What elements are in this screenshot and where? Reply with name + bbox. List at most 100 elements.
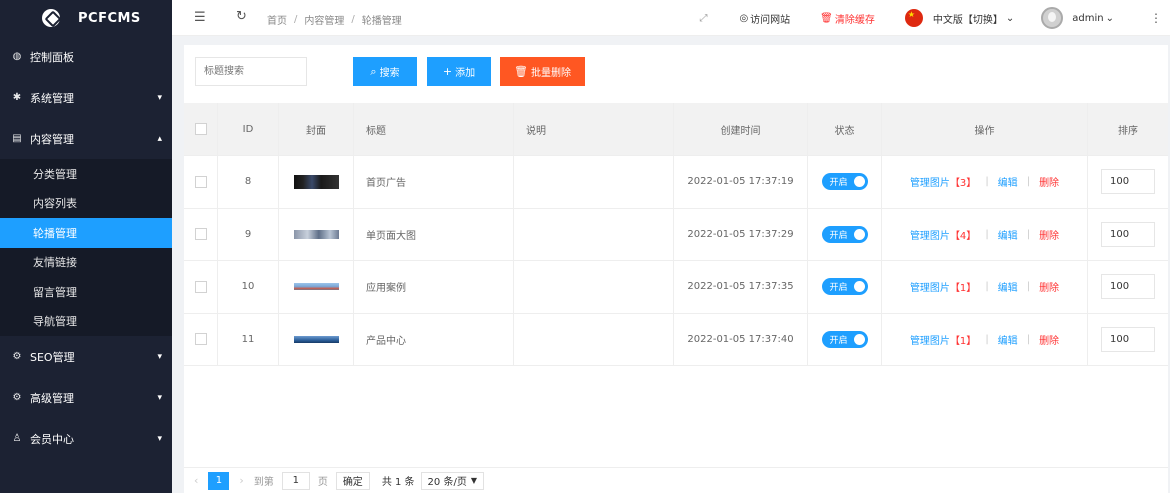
- manage-images-link[interactable]: 管理图片: [910, 174, 950, 189]
- status-label: 开启: [829, 178, 848, 189]
- manage-images-link[interactable]: 管理图片: [910, 227, 950, 242]
- divider: |: [985, 333, 989, 345]
- top-header: ☰ ↻ 首页 / 内容管理 / 轮播管理 ⤢ ◎ 访问网站 🗑︎ 清除缓存 中文…: [172, 0, 1170, 36]
- cover-thumbnail[interactable]: [293, 174, 339, 189]
- breadcrumb-content[interactable]: 内容管理: [304, 12, 344, 27]
- submenu-item-messages[interactable]: 留言管理: [0, 277, 172, 307]
- next-page-icon[interactable]: ›: [239, 474, 243, 487]
- switch-knob: [853, 228, 865, 240]
- title-search-input[interactable]: [195, 57, 307, 86]
- divider: |: [1026, 333, 1031, 345]
- manage-images-link[interactable]: 管理图片: [910, 332, 950, 347]
- brand-logo[interactable]: PCFCMS: [0, 0, 172, 36]
- main-card: ⌕ 搜索 + 添加 🗑︎ 批量删除 ID 封面 标题 说明 创建时间 状态 操作…: [184, 45, 1168, 493]
- divider: |: [985, 281, 989, 293]
- row-desc: [514, 208, 674, 260]
- col-title: 标题: [354, 103, 514, 155]
- row-desc: [514, 156, 674, 208]
- row-checkbox[interactable]: [194, 175, 207, 188]
- submenu-item-carousel[interactable]: 轮播管理: [0, 218, 172, 248]
- sidebar-item-seo[interactable]: ⚙ SEO管理 ▾: [0, 336, 172, 377]
- row-checkbox[interactable]: [194, 333, 207, 346]
- total-count: 共 1 条: [381, 477, 415, 488]
- edit-link[interactable]: 编辑: [998, 332, 1018, 347]
- fullscreen-icon[interactable]: ⤢: [699, 13, 707, 24]
- col-ops: 操作: [882, 103, 1088, 155]
- row-time: 2022-01-05 17:37:35: [674, 261, 808, 313]
- row-checkbox-cell: [184, 261, 218, 313]
- sidebar-item-content[interactable]: ▤ 内容管理 ▴: [0, 118, 172, 159]
- cover-thumbnail[interactable]: [293, 335, 339, 343]
- status-switch[interactable]: 开启: [821, 330, 868, 348]
- edit-link[interactable]: 编辑: [998, 279, 1018, 294]
- goto-confirm-button[interactable]: 确定: [335, 471, 370, 490]
- delete-link[interactable]: 删除: [1039, 227, 1059, 242]
- sidebar-item-dashboard[interactable]: ◍ 控制面板: [0, 36, 172, 77]
- refresh-icon[interactable]: ↻: [236, 9, 247, 24]
- avatar[interactable]: [1041, 7, 1064, 29]
- batch-delete-button[interactable]: 🗑︎ 批量删除: [500, 57, 585, 86]
- submenu-item-category[interactable]: 分类管理: [0, 159, 172, 189]
- sort-input[interactable]: 100: [1101, 221, 1155, 247]
- row-status: 开启: [808, 208, 882, 260]
- sort-input[interactable]: 100: [1101, 169, 1155, 195]
- delete-link[interactable]: 删除: [1039, 332, 1059, 347]
- delete-link[interactable]: 删除: [1039, 279, 1059, 294]
- sidebar-item-advanced[interactable]: ⚙ 高级管理 ▾: [0, 377, 172, 418]
- content-submenu: 分类管理 内容列表 轮播管理 友情链接 留言管理 导航管理: [0, 159, 172, 336]
- language-switch[interactable]: 中文版【切换】 ⌄: [933, 11, 1014, 26]
- breadcrumb-current: 轮播管理: [361, 16, 402, 27]
- edit-link[interactable]: 编辑: [998, 174, 1018, 189]
- row-sort: 100: [1088, 314, 1168, 366]
- goto-label: 到第: [253, 477, 274, 488]
- row-ops: 管理图片 【1】 | 编辑 | 删除: [882, 313, 1088, 365]
- user-menu[interactable]: admin ⌄: [1072, 13, 1114, 24]
- page-size-select[interactable]: 20 条/页 ▼: [420, 471, 484, 490]
- sidebar-item-label: 内容管理: [30, 132, 74, 146]
- chevron-up-icon: ▴: [157, 133, 162, 144]
- row-checkbox[interactable]: [194, 280, 207, 293]
- row-time: 2022-01-05 17:37:19: [674, 156, 808, 208]
- row-sort: 100: [1088, 156, 1168, 208]
- prev-page-icon[interactable]: ‹: [194, 474, 198, 487]
- row-id: 8: [218, 156, 279, 208]
- select-all-checkbox[interactable]: [194, 123, 207, 135]
- sidebar-item-system[interactable]: ✱ 系统管理 ▾: [0, 77, 172, 118]
- status-label: 开启: [829, 230, 848, 241]
- status-switch[interactable]: 开启: [821, 173, 868, 191]
- delete-link[interactable]: 删除: [1039, 174, 1059, 189]
- more-vertical-icon[interactable]: ⋮: [1150, 11, 1162, 25]
- goto-page-input[interactable]: 1: [281, 471, 310, 490]
- sort-input[interactable]: 100: [1101, 274, 1155, 300]
- manage-images-link[interactable]: 管理图片: [910, 279, 950, 294]
- submenu-item-navigation[interactable]: 导航管理: [0, 307, 172, 337]
- chevron-down-icon: ▾: [157, 92, 162, 103]
- submenu-item-friend-links[interactable]: 友情链接: [0, 248, 172, 278]
- add-button[interactable]: + 添加: [427, 57, 491, 86]
- logo-icon: [42, 9, 60, 27]
- current-page-button[interactable]: 1: [208, 471, 230, 490]
- sidebar-item-members[interactable]: ♙ 会员中心 ▾: [0, 418, 172, 459]
- status-switch[interactable]: 开启: [821, 278, 868, 296]
- submenu-item-content-list[interactable]: 内容列表: [0, 189, 172, 219]
- chevron-down-icon: ▾: [157, 433, 162, 444]
- globe-icon: ◎: [739, 12, 749, 24]
- visit-site-link[interactable]: ◎ 访问网站: [739, 11, 790, 26]
- row-checkbox[interactable]: [194, 228, 207, 241]
- sort-input[interactable]: 100: [1101, 326, 1155, 352]
- cover-thumbnail[interactable]: [293, 283, 339, 291]
- row-checkbox-cell: [184, 313, 218, 365]
- trash-icon: 🗑︎: [820, 12, 833, 24]
- row-status: 开启: [808, 261, 882, 313]
- clear-cache-link[interactable]: 🗑︎ 清除缓存: [820, 11, 875, 26]
- language-label: 中文版【切换】: [932, 14, 1003, 26]
- cover-thumbnail[interactable]: [293, 229, 339, 239]
- switch-knob: [853, 333, 865, 345]
- edit-link[interactable]: 编辑: [998, 227, 1018, 242]
- breadcrumb-home[interactable]: 首页: [267, 12, 287, 27]
- brand-name: PCFCMS: [78, 10, 141, 26]
- clear-cache-label: 清除缓存: [834, 14, 875, 26]
- menu-toggle-icon[interactable]: ☰: [194, 10, 206, 25]
- status-switch[interactable]: 开启: [821, 225, 868, 243]
- search-button[interactable]: ⌕ 搜索: [353, 57, 417, 86]
